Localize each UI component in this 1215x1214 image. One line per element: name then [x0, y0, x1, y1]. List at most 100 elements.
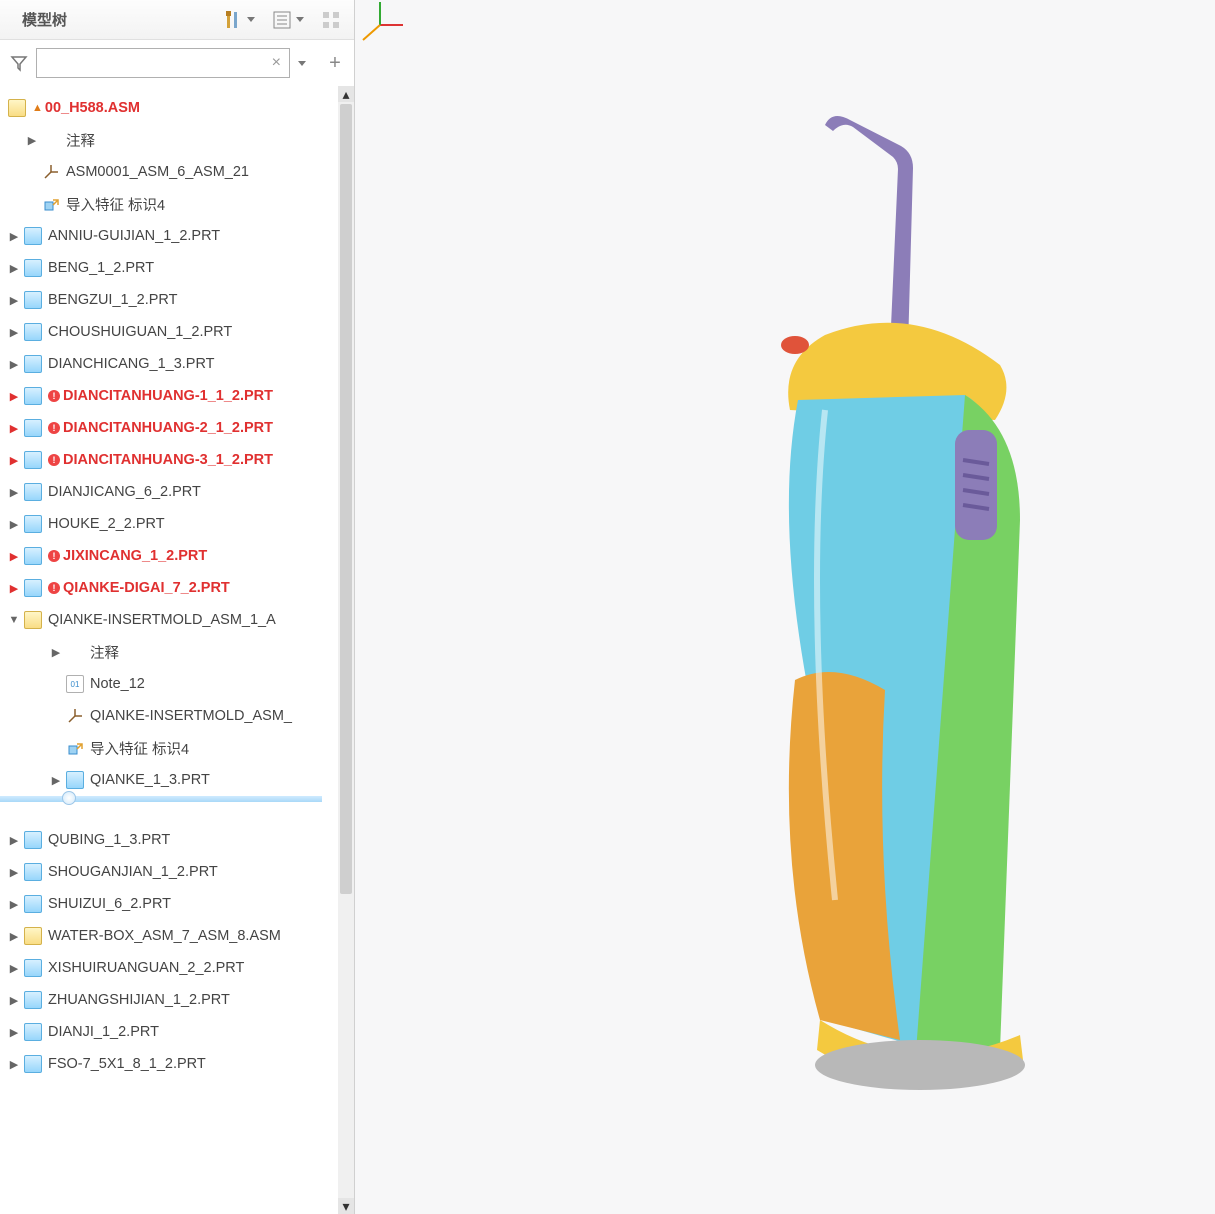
tree-item[interactable]: ! JIXINCANG_1_2.PRT	[0, 540, 338, 572]
scroll-thumb[interactable]	[340, 104, 352, 894]
filter-icon[interactable]	[8, 52, 30, 74]
expander-icon[interactable]	[6, 992, 22, 1008]
tree-item[interactable]: QIANKE-INSERTMOLD_ASM_	[0, 700, 338, 732]
tree-item[interactable]: SHOUGANJIAN_1_2.PRT	[0, 856, 338, 888]
expander-icon[interactable]	[6, 516, 22, 532]
tree-item-label: 导入特征 标识4	[66, 194, 165, 215]
tree-item-label: BENG_1_2.PRT	[48, 260, 154, 276]
tools-icon[interactable]	[220, 7, 246, 33]
expander-icon[interactable]	[6, 452, 22, 468]
part-icon	[24, 323, 42, 341]
list-settings-icon[interactable]	[269, 7, 295, 33]
tree-item[interactable]: FSO-7_5X1_8_1_2.PRT	[0, 1048, 338, 1080]
csys-icon	[42, 163, 60, 181]
search-dropdown[interactable]	[298, 61, 306, 66]
part-icon	[24, 831, 42, 849]
part-icon	[24, 355, 42, 373]
expander-icon[interactable]	[6, 292, 22, 308]
tree-item[interactable]: 导入特征 标识4	[0, 732, 338, 764]
expander-icon[interactable]	[6, 864, 22, 880]
part-icon	[24, 579, 42, 597]
tree-item[interactable]: HOUKE_2_2.PRT	[0, 508, 338, 540]
expander-icon[interactable]	[6, 324, 22, 340]
tree-split-bar[interactable]	[0, 796, 322, 802]
tree-item[interactable]: DIANJI_1_2.PRT	[0, 1016, 338, 1048]
tree-item[interactable]: 01 Note_12	[0, 668, 338, 700]
scroll-up-icon[interactable]: ▴	[338, 86, 354, 102]
tree-item[interactable]: ANNIU-GUIJIAN_1_2.PRT	[0, 220, 338, 252]
tree-item[interactable]: 注释	[0, 636, 338, 668]
expander-icon[interactable]	[6, 1056, 22, 1072]
tree-item-label: XISHUIRUANGUAN_2_2.PRT	[48, 960, 244, 976]
csys-icon	[66, 707, 84, 725]
tree-item[interactable]: BENGZUI_1_2.PRT	[0, 284, 338, 316]
root-label: 00_H588.ASM	[45, 100, 140, 116]
tree-root[interactable]: ▲ 00_H588.ASM	[0, 92, 338, 124]
tree-item[interactable]: CHOUSHUIGUAN_1_2.PRT	[0, 316, 338, 348]
error-badge: !	[48, 454, 60, 466]
expander-icon[interactable]	[6, 960, 22, 976]
scroll-down-icon[interactable]: ▾	[338, 1198, 354, 1214]
expander-icon[interactable]	[6, 928, 22, 944]
tree-item[interactable]: ! DIANCITANHUANG-2_1_2.PRT	[0, 412, 338, 444]
expander-icon[interactable]	[6, 484, 22, 500]
tree-item[interactable]: BENG_1_2.PRT	[0, 252, 338, 284]
add-button[interactable]: +	[324, 52, 346, 75]
expander-icon[interactable]	[6, 896, 22, 912]
error-badge: !	[48, 390, 60, 402]
expander-icon[interactable]	[6, 612, 22, 628]
tree-item[interactable]: QIANKE-INSERTMOLD_ASM_1_A	[0, 604, 338, 636]
tree-item-label: Note_12	[90, 676, 145, 692]
tree-item[interactable]: 导入特征 标识4	[0, 188, 338, 220]
expander-icon[interactable]	[6, 356, 22, 372]
tree-item[interactable]: ! DIANCITANHUANG-1_1_2.PRT	[0, 380, 338, 412]
model-tree: ▲ 00_H588.ASM 注释 ASM0001_ASM_6_ASM_21 导入…	[0, 86, 338, 1080]
tree-item-label: DIANCITANHUANG-1_1_2.PRT	[63, 388, 273, 404]
tree-item[interactable]: ZHUANGSHIJIAN_1_2.PRT	[0, 984, 338, 1016]
expander-icon[interactable]	[24, 132, 40, 148]
tree-item-label: 注释	[90, 642, 119, 663]
part-icon	[24, 547, 42, 565]
tree-item[interactable]: QUBING_1_3.PRT	[0, 824, 338, 856]
list-dropdown[interactable]	[296, 17, 304, 22]
expander-icon[interactable]	[6, 548, 22, 564]
expander-icon[interactable]	[6, 420, 22, 436]
tree-item[interactable]: XISHUIRUANGUAN_2_2.PRT	[0, 952, 338, 984]
clear-search-icon[interactable]: ×	[270, 54, 283, 72]
expander-icon[interactable]	[6, 260, 22, 276]
blank-icon	[66, 643, 84, 661]
tree-item[interactable]: ! QIANKE-DIGAI_7_2.PRT	[0, 572, 338, 604]
expander-icon[interactable]	[6, 832, 22, 848]
tree-item[interactable]: DIANCHICANG_1_3.PRT	[0, 348, 338, 380]
panel-title: 模型树	[22, 9, 216, 30]
tree-item[interactable]: 注释	[0, 124, 338, 156]
expander-icon[interactable]	[6, 1024, 22, 1040]
expander-icon[interactable]	[48, 772, 64, 788]
note-icon: 01	[66, 675, 84, 693]
tree-item-label: DIANCITANHUANG-3_1_2.PRT	[63, 452, 273, 468]
tree-item-label: WATER-BOX_ASM_7_ASM_8.ASM	[48, 928, 281, 944]
tree-item[interactable]: ASM0001_ASM_6_ASM_21	[0, 156, 338, 188]
assembly-icon	[24, 927, 42, 945]
expander-icon[interactable]	[48, 644, 64, 660]
tree-item[interactable]: SHUIZUI_6_2.PRT	[0, 888, 338, 920]
tree-item[interactable]: WATER-BOX_ASM_7_ASM_8.ASM	[0, 920, 338, 952]
3d-viewport[interactable]	[355, 0, 1215, 1214]
tree-item[interactable]: DIANJICANG_6_2.PRT	[0, 476, 338, 508]
part-icon	[24, 991, 42, 1009]
tree-item[interactable]: QIANKE_1_3.PRT	[0, 764, 338, 796]
search-input[interactable]	[43, 55, 270, 71]
expander-icon[interactable]	[6, 580, 22, 596]
model-tree-panel: 模型树 × + ▲ 00_H588.ASM	[0, 0, 355, 1214]
tree-item[interactable]: ! DIANCITANHUANG-3_1_2.PRT	[0, 444, 338, 476]
tree-item-label: CHOUSHUIGUAN_1_2.PRT	[48, 324, 232, 340]
assembly-icon	[8, 99, 26, 117]
scrollbar[interactable]: ▴ ▾	[338, 86, 354, 1214]
split-thumb[interactable]	[62, 791, 76, 805]
expander-icon[interactable]	[6, 388, 22, 404]
search-row: × +	[0, 40, 354, 86]
tools-dropdown[interactable]	[247, 17, 255, 22]
tree-item-label: QIANKE-INSERTMOLD_ASM_1_A	[48, 612, 276, 628]
tree-settings-icon[interactable]	[318, 7, 344, 33]
expander-icon[interactable]	[6, 228, 22, 244]
